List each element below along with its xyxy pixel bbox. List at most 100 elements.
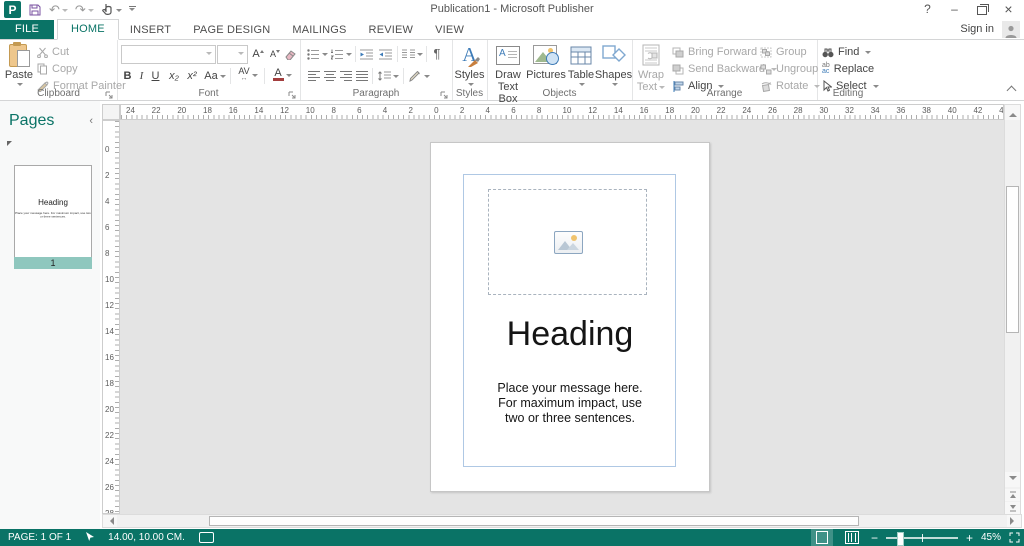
replace-button[interactable]: ab ac Replace: [822, 61, 874, 77]
decrease-indent-button[interactable]: [358, 46, 375, 62]
group-button[interactable]: Group: [760, 44, 807, 60]
close-button[interactable]: ×: [995, 0, 1022, 19]
page-thumbnail[interactable]: Heading Place your message here. For max…: [14, 165, 92, 258]
bring-forward-button[interactable]: Bring Forward: [672, 44, 769, 60]
scroll-down-button[interactable]: [1005, 472, 1020, 487]
ungroup-button[interactable]: Ungroup: [760, 61, 818, 77]
numbering-button[interactable]: [330, 46, 352, 62]
next-page-button[interactable]: [1005, 502, 1020, 514]
line-spacing-button[interactable]: [376, 68, 400, 84]
scroll-left-button[interactable]: [103, 515, 117, 527]
tab-page-design[interactable]: PAGE DESIGN: [182, 21, 281, 39]
tab-view[interactable]: VIEW: [424, 21, 475, 39]
picture-placeholder-icon[interactable]: [554, 231, 583, 254]
zoom-slider-thumb[interactable]: [897, 532, 904, 546]
paragraph-dialog-launcher-icon[interactable]: [439, 87, 449, 97]
subscript-button[interactable]: x₂: [166, 68, 182, 84]
previous-page-button[interactable]: [1005, 489, 1020, 501]
clear-formatting-button[interactable]: [284, 46, 298, 62]
zoom-out-button[interactable]: −: [871, 531, 878, 545]
shapes-button[interactable]: Shapes: [597, 42, 630, 87]
ruler-corner-box[interactable]: [102, 104, 120, 120]
character-spacing-button[interactable]: AV↔: [235, 67, 261, 83]
styles-button[interactable]: A Styles: [453, 42, 486, 87]
document-canvas[interactable]: Heading Place your message here. For max…: [120, 120, 1004, 514]
vertical-scroll-thumb[interactable]: [1006, 186, 1019, 333]
bullets-button[interactable]: [306, 46, 328, 62]
avatar-icon[interactable]: [1002, 21, 1020, 38]
collapse-ribbon-icon[interactable]: [1007, 86, 1017, 96]
underline-button[interactable]: U: [149, 68, 162, 84]
grow-font-button[interactable]: A: [250, 46, 266, 62]
paragraph-spacing-pen-button[interactable]: [407, 68, 431, 84]
zoom-level[interactable]: 45%: [981, 532, 1001, 543]
help-button[interactable]: ?: [914, 0, 941, 19]
object-position-value[interactable]: 14.00, 10.00 CM.: [108, 532, 185, 543]
page-indicator[interactable]: PAGE: 1 OF 1: [8, 532, 71, 543]
customize-quick-access-icon[interactable]: [129, 2, 136, 18]
tab-home[interactable]: HOME: [57, 19, 119, 40]
increase-indent-button[interactable]: [377, 46, 394, 62]
tab-file[interactable]: FILE: [0, 20, 54, 39]
horizontal-ruler[interactable]: 2422201816141210864202468101214161820222…: [120, 104, 1004, 120]
pages-expand-triangle-icon[interactable]: [7, 141, 12, 146]
tab-review[interactable]: REVIEW: [358, 21, 425, 39]
vertical-ruler[interactable]: 0246810121416182022242628: [102, 120, 120, 514]
two-page-spread-view-button[interactable]: [841, 529, 863, 546]
align-center-button[interactable]: [322, 68, 337, 84]
sign-in-link[interactable]: Sign in: [960, 23, 994, 35]
tab-insert[interactable]: INSERT: [119, 21, 182, 39]
undo-button[interactable]: ↶: [49, 2, 68, 18]
page-number-badge[interactable]: 1: [14, 257, 92, 269]
object-size-icon[interactable]: [199, 532, 214, 543]
table-button[interactable]: Table: [566, 42, 596, 87]
font-color-button[interactable]: A: [269, 67, 295, 83]
h-ruler-number: 0: [434, 106, 438, 115]
font-size-combobox[interactable]: [217, 45, 248, 64]
save-icon[interactable]: [28, 2, 42, 18]
document-heading-textbox[interactable]: Heading: [431, 315, 709, 354]
italic-button[interactable]: I: [136, 68, 147, 84]
scroll-right-button[interactable]: [1007, 515, 1021, 527]
columns-button[interactable]: [400, 46, 424, 62]
show-formatting-marks-button[interactable]: ¶: [429, 45, 445, 61]
vertical-scrollbar[interactable]: [1004, 104, 1021, 514]
change-case-button[interactable]: Aa: [203, 68, 227, 84]
restore-button[interactable]: [968, 0, 995, 19]
pictures-button[interactable]: Pictures: [528, 42, 564, 81]
find-button[interactable]: Find: [822, 44, 871, 60]
font-name-combobox[interactable]: [121, 45, 216, 64]
redo-button[interactable]: ↷: [75, 2, 94, 18]
tab-mailings[interactable]: MAILINGS: [281, 21, 357, 39]
zoom-slider[interactable]: [886, 537, 958, 539]
publication-page[interactable]: Heading Place your message here. For max…: [430, 142, 710, 492]
pages-collapse-icon[interactable]: ‹: [89, 115, 93, 127]
h-ruler-number: 30: [819, 106, 828, 115]
zoom-in-button[interactable]: +: [966, 533, 973, 543]
wrap-text-button[interactable]: WrapText: [634, 42, 668, 93]
v-ruler-number: 24: [105, 457, 114, 466]
copy-button[interactable]: Copy: [37, 61, 78, 77]
horizontal-scrollbar[interactable]: [102, 514, 1022, 528]
horizontal-scroll-thumb[interactable]: [209, 516, 859, 526]
align-right-button[interactable]: [338, 68, 353, 84]
touch-mode-icon[interactable]: [101, 2, 122, 18]
publisher-logo-icon[interactable]: P: [4, 1, 21, 18]
align-left-button[interactable]: [306, 68, 321, 84]
cut-button[interactable]: Cut: [37, 44, 69, 60]
paste-button[interactable]: Paste: [3, 42, 35, 87]
group-label-arrange: Arrange: [632, 88, 817, 99]
superscript-button[interactable]: x²: [184, 68, 200, 84]
clipboard-dialog-launcher-icon[interactable]: [104, 87, 114, 97]
picture-placeholder[interactable]: [488, 189, 647, 295]
document-body-textbox[interactable]: Place your message here. For maximum imp…: [431, 381, 709, 426]
font-dialog-launcher-icon[interactable]: [287, 87, 297, 97]
shrink-font-button[interactable]: A: [267, 46, 283, 62]
single-page-view-button[interactable]: [811, 529, 833, 546]
minimize-button[interactable]: –: [941, 0, 968, 19]
scroll-up-button[interactable]: [1005, 105, 1020, 120]
bold-button[interactable]: B: [121, 68, 134, 84]
fit-to-window-icon[interactable]: [1009, 532, 1020, 543]
v-ruler-number: 4: [105, 197, 109, 206]
justify-button[interactable]: [354, 68, 369, 84]
